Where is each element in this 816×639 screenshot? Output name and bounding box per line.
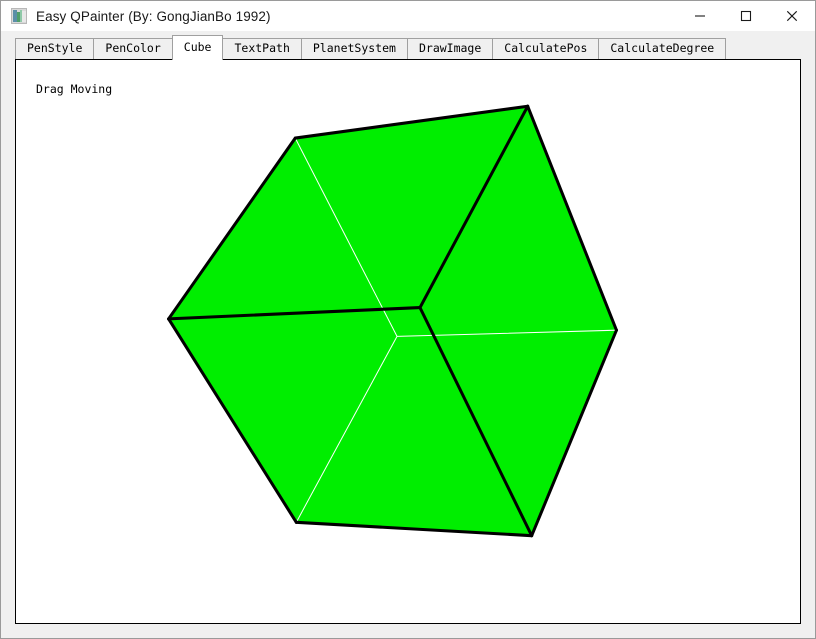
window-title: Easy QPainter (By: GongJianBo 1992) <box>36 8 271 24</box>
tab-calculatepos[interactable]: CalculatePos <box>492 38 600 59</box>
maximize-button[interactable] <box>723 1 769 31</box>
drawing-canvas[interactable]: Drag Moving <box>15 59 801 624</box>
close-icon <box>786 10 798 22</box>
tab-textpath[interactable]: TextPath <box>222 38 302 59</box>
cube-drawing[interactable] <box>16 60 800 623</box>
cube-faces <box>168 106 617 536</box>
tab-calculatedegree[interactable]: CalculateDegree <box>598 38 727 59</box>
window-controls <box>677 1 815 31</box>
minimize-icon <box>695 15 705 17</box>
tab-drawimage[interactable]: DrawImage <box>406 38 494 59</box>
tab-pencolor[interactable]: PenColor <box>93 38 173 59</box>
close-button[interactable] <box>769 1 815 31</box>
app-window: Easy QPainter (By: GongJianBo 1992) PenS… <box>0 0 816 639</box>
minimize-button[interactable] <box>677 1 723 31</box>
title-bar: Easy QPainter (By: GongJianBo 1992) <box>1 1 815 31</box>
tab-planetsystem[interactable]: PlanetSystem <box>300 38 408 59</box>
tab-strip-container: PenStyle PenColor Cube TextPath PlanetSy… <box>1 31 815 60</box>
tab-cube[interactable]: Cube <box>171 35 224 60</box>
app-image-icon <box>11 8 27 24</box>
tab-penstyle[interactable]: PenStyle <box>15 38 95 59</box>
tab-strip: PenStyle PenColor Cube TextPath PlanetSy… <box>15 35 801 60</box>
maximize-icon <box>740 10 752 22</box>
